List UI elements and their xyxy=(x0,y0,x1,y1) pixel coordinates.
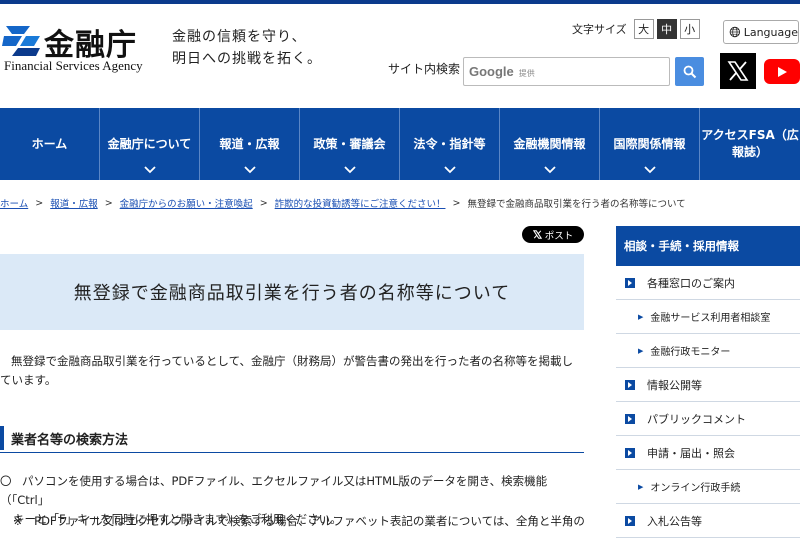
page-title: 無登録で金融商品取引業を行う者の名称等について xyxy=(73,283,511,304)
site-header: 金融庁 Financial Services Agency 金融の信頼を守り、 … xyxy=(0,4,800,108)
breadcrumb-separator: > xyxy=(452,197,461,209)
nav-item-label: ホーム xyxy=(31,136,68,151)
sidebar-heading: 相談・手続・採用情報 xyxy=(616,226,800,266)
sidebar-item-consumer-consultation[interactable]: ▶ 金融サービス利用者相談室 xyxy=(616,300,800,334)
triangle-right-icon: ▶ xyxy=(638,346,644,355)
nav-item-press[interactable]: 報道・広報 xyxy=(200,108,300,180)
site-search-label: サイト内検索 xyxy=(388,62,461,76)
arrow-right-icon xyxy=(625,447,635,458)
sidebar-item-label: オンライン行政手続 xyxy=(650,483,741,494)
site-search-input[interactable]: Google 提供 xyxy=(463,57,670,86)
fsa-logo-mark-icon xyxy=(2,26,40,56)
x-social-button[interactable] xyxy=(720,53,756,89)
breadcrumb-separator: > xyxy=(104,197,113,209)
language-button[interactable]: Language xyxy=(723,20,799,44)
globe-icon xyxy=(729,26,741,38)
font-size-label: 文字サイズ xyxy=(572,23,627,36)
search-icon xyxy=(683,65,696,78)
sidebar-item-label: 申請・届出・照会 xyxy=(647,446,735,460)
nav-item-institutions[interactable]: 金融機関情報 xyxy=(500,108,600,180)
sidebar-item-label: 情報公開等 xyxy=(647,378,702,392)
nav-item-about[interactable]: 金融庁について xyxy=(100,108,200,180)
sidebar-item-admin-monitor[interactable]: ▶ 金融行政モニター xyxy=(616,334,800,368)
google-provided-text: 提供 xyxy=(518,68,535,78)
tagline: 金融の信頼を守り、 明日への挑戦を拓く。 xyxy=(172,26,322,70)
section-divider xyxy=(0,452,584,453)
nav-item-home[interactable]: ホーム xyxy=(0,108,100,180)
tagline-line-1: 金融の信頼を守り、 xyxy=(172,29,307,45)
triangle-right-icon: ▶ xyxy=(638,482,644,491)
arrow-right-icon xyxy=(625,277,635,288)
nav-item-label: 金融庁について xyxy=(107,136,192,151)
page-title-box: 無登録で金融商品取引業を行う者の名称等について xyxy=(0,254,584,330)
x-post-label: ポスト xyxy=(544,230,574,242)
search-button[interactable] xyxy=(675,57,704,86)
bullet-text-line-1: パソコンを使用する場合は、PDFファイル、エクセルファイル又はHTML版のデータ… xyxy=(0,474,548,507)
breadcrumb-separator: > xyxy=(259,197,268,209)
bullet-mark: 〇 xyxy=(0,474,12,488)
intro-text-line-2: ます。 xyxy=(23,373,57,387)
sidebar-item-label: パブリックコメント xyxy=(647,412,746,426)
font-size-switcher: 文字サイズ 大 中 小 xyxy=(572,19,700,39)
nav-item-label: 政策・審議会 xyxy=(313,136,386,151)
chevron-down-icon xyxy=(143,166,156,174)
tagline-line-2: 明日への挑戦を拓く。 xyxy=(172,51,322,67)
breadcrumb-link-notices[interactable]: 金融庁からのお願い・注意喚起 xyxy=(120,196,253,210)
chevron-down-icon xyxy=(643,166,656,174)
breadcrumb-link-press[interactable]: 報道・広報 xyxy=(50,196,98,210)
language-label: Language xyxy=(743,25,798,39)
breadcrumb-link-fraud-warning[interactable]: 詐欺的な投資勧誘等にご注意ください！ xyxy=(275,196,446,210)
intro-paragraph: 無登録で金融商品取引業を行っているとして、金融庁（財務局）が警告書の発出を行った… xyxy=(0,352,584,390)
sidebar-item-label: 金融サービス利用者相談室 xyxy=(650,313,771,324)
sidebar-item-contact-desks[interactable]: 各種窓口のご案内 xyxy=(616,266,800,300)
font-size-medium-button[interactable]: 中 xyxy=(656,19,677,39)
intro-text-line-1: 無登録で金融商品取引業を行っているとして、金融庁（財務局）が警告書の発出を行った… xyxy=(0,354,573,387)
nav-item-access-fsa[interactable]: アクセスFSA（広 報誌） xyxy=(700,108,800,180)
google-logo-text: Google xyxy=(469,64,514,79)
nav-item-label: 金融機関情報 xyxy=(513,136,586,151)
sidebar-item-label: 入札公告等 xyxy=(647,514,702,528)
font-size-large-button[interactable]: 大 xyxy=(633,19,654,39)
sidebar-item-tenders[interactable]: 入札公告等 xyxy=(616,504,800,538)
logo-english-text: Financial Services Agency xyxy=(4,58,143,73)
breadcrumb-link-home[interactable]: ホーム xyxy=(0,196,28,210)
x-post-button[interactable]: ポスト xyxy=(522,226,584,243)
sidebar-item-online-procedures[interactable]: ▶ オンライン行政手続 xyxy=(616,470,800,504)
sidebar-item-public-comment[interactable]: パブリックコメント xyxy=(616,402,800,436)
youtube-button[interactable] xyxy=(764,59,800,84)
sidebar-item-label: 金融行政モニター xyxy=(650,347,731,358)
chevron-down-icon xyxy=(543,166,556,174)
sidebar-item-label: 各種窓口のご案内 xyxy=(647,276,735,290)
sidebar: 相談・手続・採用情報 各種窓口のご案内 ▶ 金融サービス利用者相談室 ▶ 金融行… xyxy=(616,226,800,538)
breadcrumb: ホーム > 報道・広報 > 金融庁からのお願い・注意喚起 > 詐欺的な投資勧誘等… xyxy=(0,196,686,211)
arrow-right-icon xyxy=(625,379,635,390)
section-heading: 業者名等の検索方法 xyxy=(0,426,584,450)
youtube-play-icon xyxy=(778,66,787,77)
nav-item-label: 法令・指針等 xyxy=(413,136,486,151)
arrow-right-icon xyxy=(625,413,635,424)
triangle-right-icon: ▶ xyxy=(638,312,644,321)
nav-item-laws[interactable]: 法令・指針等 xyxy=(400,108,500,180)
nav-item-policy[interactable]: 政策・審議会 xyxy=(300,108,400,180)
arrow-right-icon xyxy=(625,515,635,526)
nav-item-label: 報道・広報 xyxy=(219,136,280,151)
global-nav: ホーム 金融庁について 報道・広報 政策・審議会 法令・指針等 金融機関情報 国… xyxy=(0,108,800,180)
chevron-down-icon xyxy=(343,166,356,174)
search-method-note: ※ PDFファイル又はエクセルファイルで検索する場合、アルファベット表記の業者に… xyxy=(13,514,584,528)
nav-item-label: 国際関係情報 xyxy=(613,136,686,151)
x-logo-icon xyxy=(727,61,749,81)
chevron-down-icon xyxy=(443,166,456,174)
breadcrumb-separator: > xyxy=(35,197,44,209)
nav-item-label-line-2: 報誌） xyxy=(731,145,768,159)
breadcrumb-current: 無登録で金融商品取引業を行う者の名称等について xyxy=(467,199,686,210)
nav-item-label-line-1: アクセスFSA（広 xyxy=(701,128,799,142)
nav-item-international[interactable]: 国際関係情報 xyxy=(600,108,700,180)
x-logo-icon xyxy=(532,230,542,239)
sidebar-item-disclosure[interactable]: 情報公開等 xyxy=(616,368,800,402)
fsa-logo[interactable]: 金融庁 Financial Services Agency xyxy=(2,22,162,78)
chevron-down-icon xyxy=(243,166,256,174)
sidebar-item-applications[interactable]: 申請・届出・照会 xyxy=(616,436,800,470)
font-size-small-button[interactable]: 小 xyxy=(679,19,700,39)
